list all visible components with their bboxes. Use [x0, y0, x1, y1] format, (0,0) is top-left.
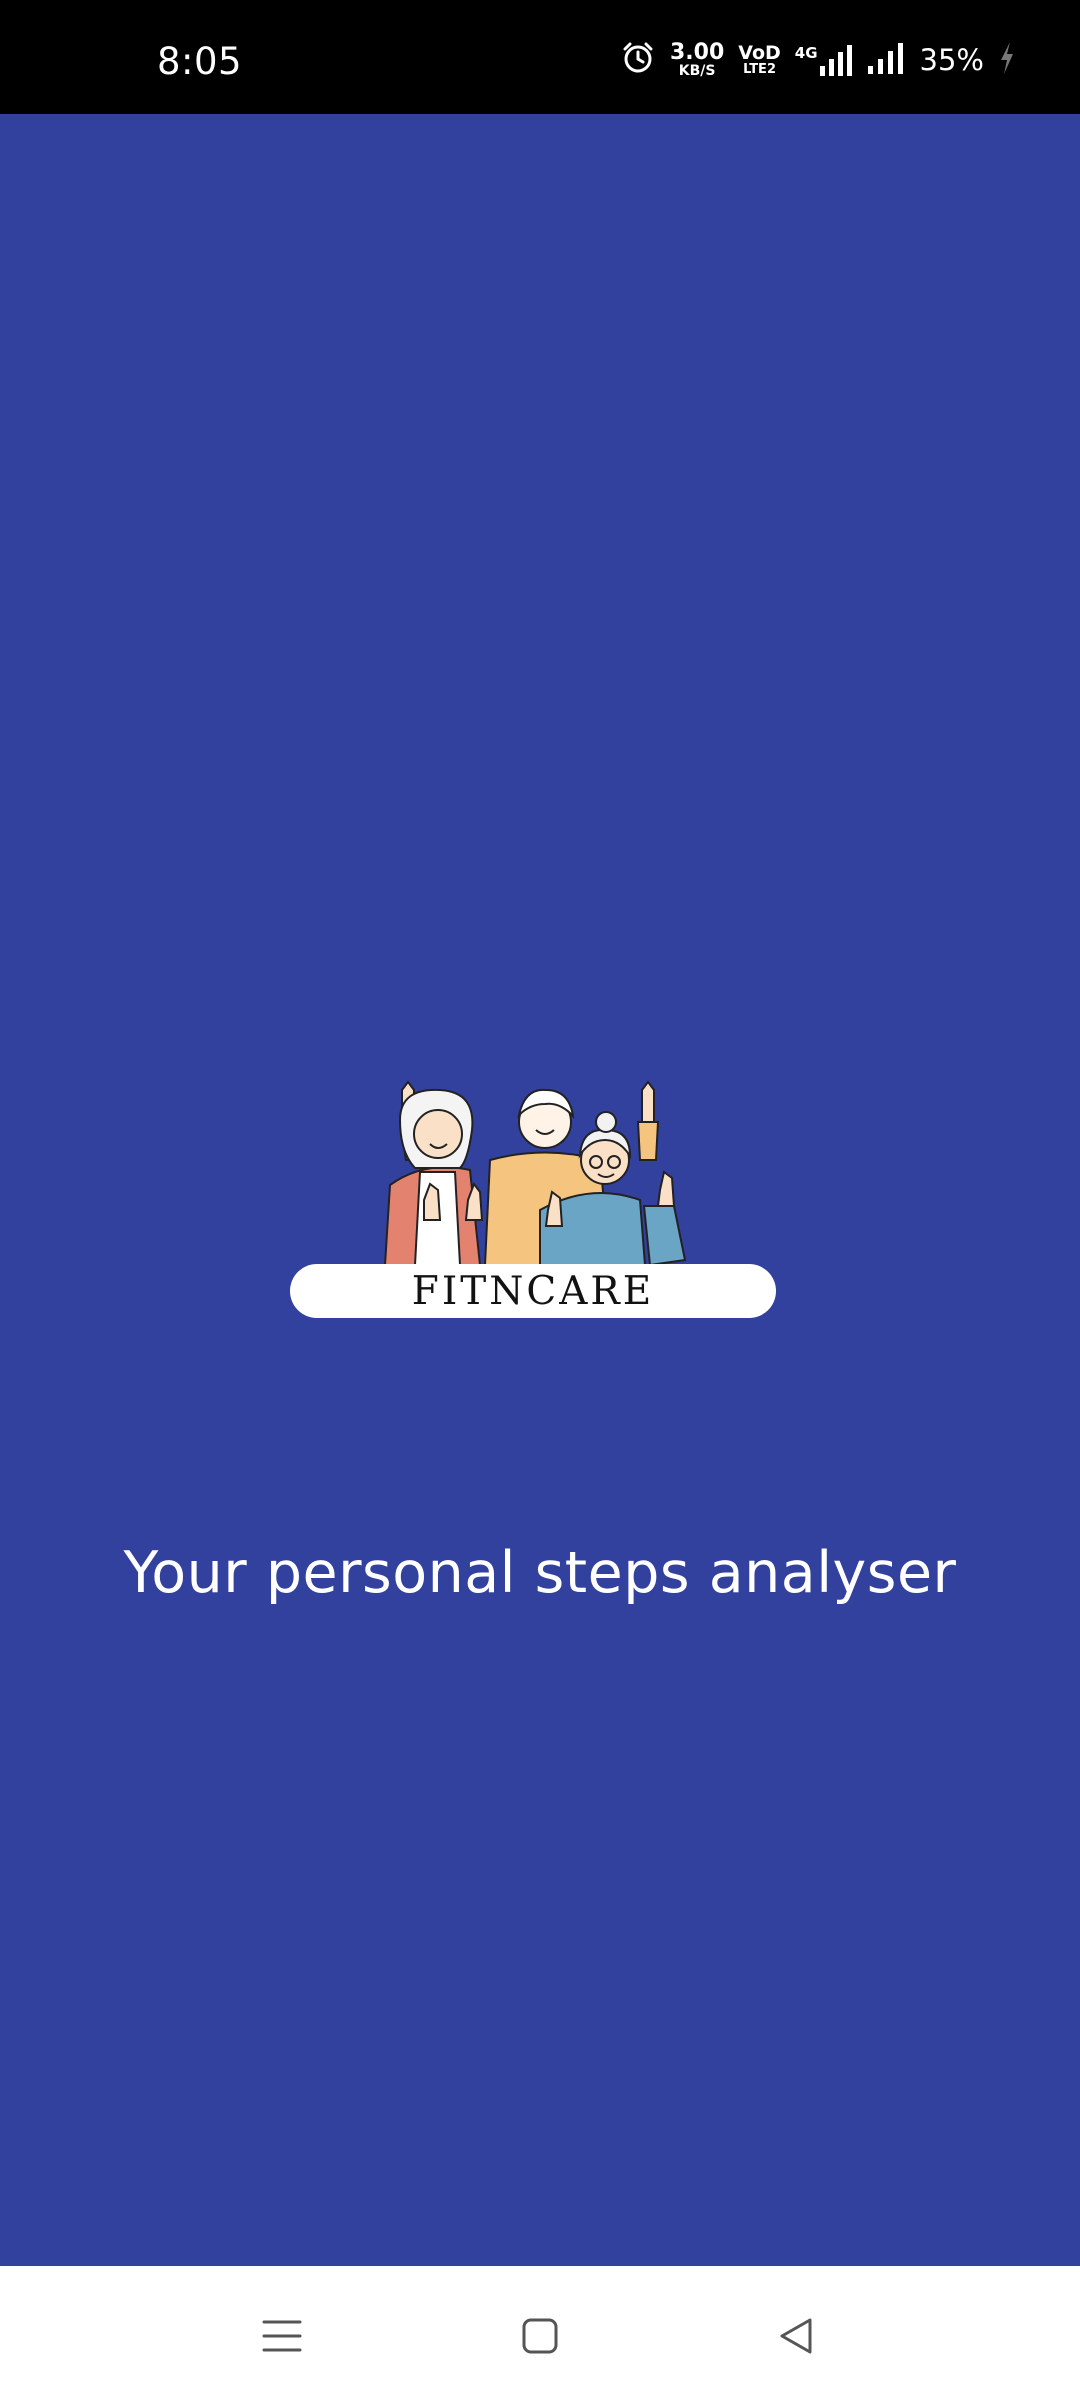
network-speed-value: 3.00 [670, 40, 725, 65]
splash-screen: 8:05 3.00 KB/S VoD LTE2 4G 35% FITNCARE … [0, 0, 1080, 2400]
battery-charging-icon [998, 40, 1016, 80]
network-speed-unit: KB/S [678, 63, 716, 79]
navigation-bar [0, 2266, 1080, 2400]
home-button[interactable] [500, 2296, 580, 2376]
tagline: Your personal steps analyser [123, 1540, 957, 1606]
back-icon [780, 2318, 812, 2354]
home-icon [522, 2318, 558, 2354]
status-bar: 8:05 3.00 KB/S VoD LTE2 4G 35% [0, 0, 1080, 114]
battery-percentage: 35% [919, 43, 984, 77]
network-type-label: 4G [794, 44, 818, 62]
status-time: 8:05 [157, 40, 243, 83]
app-logo: FITNCARE [290, 1060, 780, 1322]
network-speed: 3.00 KB/S [670, 40, 725, 79]
signal-4g-icon: 4G [795, 44, 854, 76]
signal-icon [867, 42, 906, 78]
recent-apps-button[interactable] [242, 2296, 322, 2376]
volte-icon: VoD LTE2 [738, 42, 781, 77]
logo-banner: FITNCARE [290, 1264, 776, 1318]
volte-label-top: VoD [738, 42, 781, 64]
menu-icon [262, 2320, 302, 2352]
logo-text: FITNCARE [411, 1268, 655, 1314]
logo-illustration [383, 1080, 687, 1267]
back-button[interactable] [756, 2296, 836, 2376]
volte-label-bottom: LTE2 [743, 62, 776, 77]
alarm-icon [620, 40, 656, 80]
status-icons: 3.00 KB/S VoD LTE2 4G 35% [620, 38, 1016, 82]
